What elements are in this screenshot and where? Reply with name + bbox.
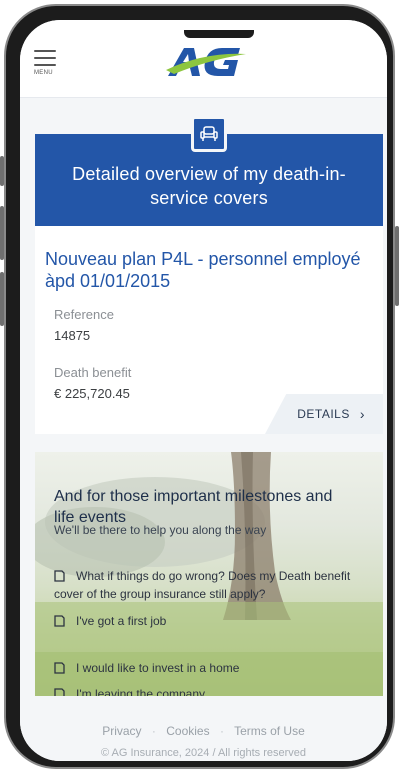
document-icon <box>54 570 65 582</box>
milestone-link-death-benefit[interactable]: What if things do go wrong? Does my Deat… <box>54 567 350 585</box>
details-button[interactable]: DETAILS › <box>265 394 383 434</box>
document-icon <box>54 662 65 674</box>
footer-separator: · <box>151 724 156 738</box>
privacy-link[interactable]: Privacy <box>102 724 141 738</box>
phone-button <box>0 156 4 186</box>
milestones-section: And for those important milestones and l… <box>35 452 383 696</box>
phone-notch <box>184 30 254 38</box>
cookies-link[interactable]: Cookies <box>166 724 209 738</box>
milestone-link-label: I'm leaving the company <box>76 687 206 696</box>
page-footer: Privacy · Cookies · Terms of Use © AG In… <box>20 710 387 761</box>
cover-card: Nouveau plan P4L - personnel employé àpd… <box>35 226 383 434</box>
menu-button[interactable]: MENU <box>34 50 60 76</box>
copyright-text: © AG Insurance, 2024 / All rights reserv… <box>101 747 306 759</box>
chevron-right-icon: › <box>359 406 365 422</box>
milestone-link-invest-home[interactable]: I would like to invest in a home <box>54 659 239 677</box>
phone-button <box>0 206 4 260</box>
hamburger-icon <box>34 50 56 52</box>
document-icon <box>54 615 65 627</box>
plan-title: Nouveau plan P4L - personnel employé àpd… <box>45 249 361 291</box>
milestone-link-death-benefit-cont[interactable]: cover of the group insurance still apply… <box>54 585 265 603</box>
reference-label: Reference <box>54 307 114 322</box>
armchair-icon <box>191 116 227 152</box>
milestone-link-label: I've got a first job <box>76 614 167 628</box>
details-label: DETAILS <box>297 407 350 421</box>
milestone-link-label: What if things do go wrong? Does my Deat… <box>76 569 351 583</box>
death-benefit-value: € 225,720.45 <box>54 386 130 401</box>
hamburger-icon <box>34 64 56 66</box>
milestone-link-first-job[interactable]: I've got a first job <box>54 612 166 630</box>
hamburger-icon <box>34 57 56 59</box>
terms-link[interactable]: Terms of Use <box>234 724 305 738</box>
phone-button <box>395 226 399 306</box>
ag-logo[interactable] <box>164 42 248 82</box>
death-benefit-label: Death benefit <box>54 365 132 380</box>
phone-screen: MENU Detailed overview of my death-in-se… <box>20 20 387 761</box>
milestone-link-leaving-company[interactable]: I'm leaving the company <box>54 685 205 696</box>
reference-value: 14875 <box>54 328 91 343</box>
document-icon <box>54 688 65 696</box>
milestones-subtitle: We'll be there to help you along the way <box>54 523 267 537</box>
milestone-link-label: cover of the group insurance still apply… <box>54 587 266 601</box>
phone-frame: MENU Detailed overview of my death-in-se… <box>0 4 399 769</box>
milestone-link-label: I would like to invest in a home <box>76 661 240 675</box>
menu-label: MENU <box>34 70 53 76</box>
phone-button <box>0 272 4 326</box>
footer-separator: · <box>219 724 224 738</box>
footer-links: Privacy · Cookies · Terms of Use <box>20 724 387 738</box>
milestones-title-line1: And for those important milestones and <box>54 488 333 505</box>
